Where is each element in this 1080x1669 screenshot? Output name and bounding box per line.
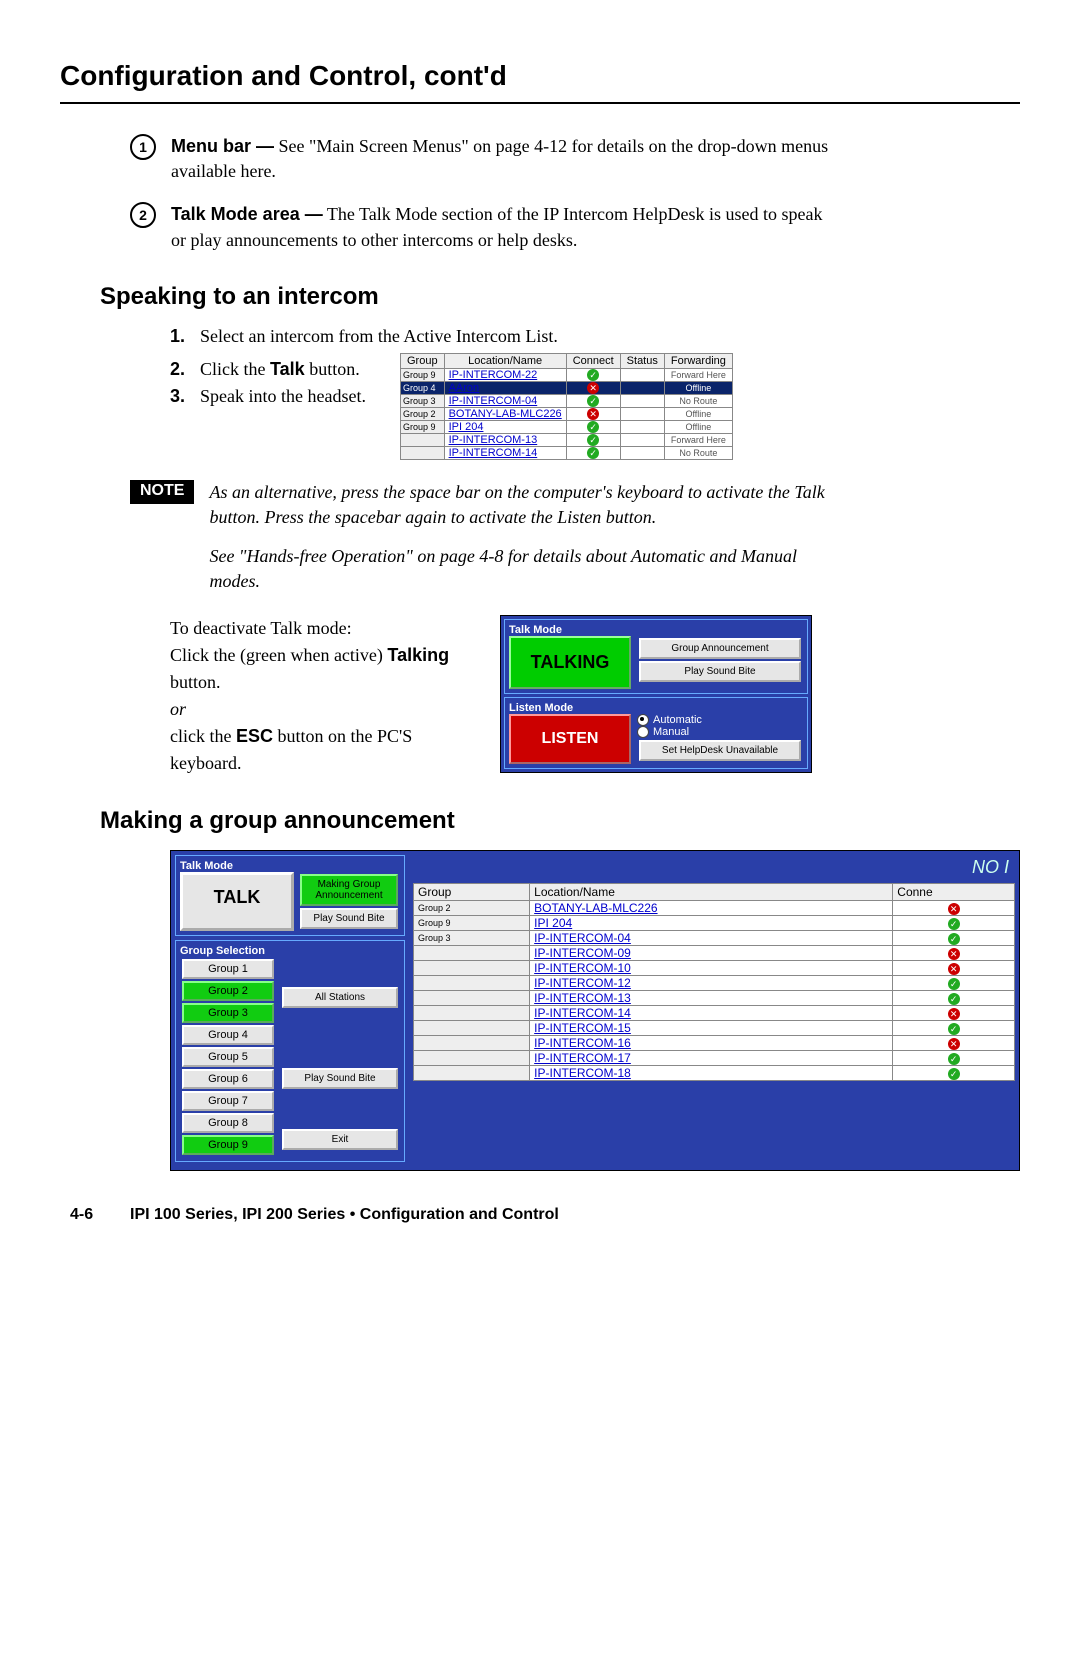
making-group-announcement-button[interactable]: Making Group Announcement xyxy=(300,874,398,906)
exit-button[interactable]: Exit xyxy=(282,1129,398,1150)
note-badge: NOTE xyxy=(130,480,194,504)
play-sound-bite-button-2[interactable]: Play Sound Bite xyxy=(300,908,398,929)
manual-radio[interactable]: Manual xyxy=(637,726,803,738)
group-button[interactable]: Group 9 xyxy=(182,1135,274,1155)
step: 3.Speak into the headset. xyxy=(170,386,370,407)
table-row[interactable]: Group 9IPI 204 ✓ xyxy=(414,915,1015,930)
note-text-2: See "Hands-free Operation" on page 4-8 f… xyxy=(209,544,850,594)
deact-line1: To deactivate Talk mode: xyxy=(170,615,470,642)
heading-speaking: Speaking to an intercom xyxy=(100,283,1020,311)
page-title: Configuration and Control, cont'd xyxy=(60,60,1020,92)
table-row[interactable]: Group 9IP-INTERCOM-22 ✓ Forward Here xyxy=(401,368,733,381)
set-helpdesk-button[interactable]: Set HelpDesk Unavailable xyxy=(639,740,801,761)
group-button[interactable]: Group 2 xyxy=(182,981,274,1001)
active-intercom-list[interactable]: GroupLocation/NameConnectStatusForwardin… xyxy=(400,353,733,460)
group-announcement-panel: Talk Mode TALK Making Group Announcement… xyxy=(170,850,1020,1171)
table-row[interactable]: Group 2BOTANY-LAB-MLC226 ✕ xyxy=(414,900,1015,915)
group-button[interactable]: Group 8 xyxy=(182,1113,274,1133)
deact-line2: Click the (green when active) Talking bu… xyxy=(170,642,470,696)
all-stations-button[interactable]: All Stations xyxy=(282,987,398,1008)
deact-line3: click the ESC button on the PC'S keyboar… xyxy=(170,723,470,777)
title-rule xyxy=(60,102,1020,104)
listen-button[interactable]: LISTEN xyxy=(509,714,631,764)
group-button[interactable]: Group 4 xyxy=(182,1025,274,1045)
play-sound-bite-button-3[interactable]: Play Sound Bite xyxy=(282,1068,398,1089)
group-button[interactable]: Group 3 xyxy=(182,1003,274,1023)
circle-number: 2 xyxy=(130,202,156,228)
group-button[interactable]: Group 7 xyxy=(182,1091,274,1111)
step: 2.Click the Talk button. xyxy=(170,359,370,380)
table-row[interactable]: IP-INTERCOM-15 ✓ xyxy=(414,1020,1015,1035)
step-1: 1. Select an intercom from the Active In… xyxy=(170,326,870,347)
table-row[interactable]: IP-INTERCOM-14 ✓ No Route xyxy=(401,446,733,459)
table-row[interactable]: IP-INTERCOM-09 ✕ xyxy=(414,945,1015,960)
note-text-1: As an alternative, press the space bar o… xyxy=(209,480,850,530)
deact-or: or xyxy=(170,696,470,723)
numbered-item: 2 Talk Mode area — The Talk Mode section… xyxy=(130,202,830,252)
table-row[interactable]: IP-INTERCOM-14 ✕ xyxy=(414,1005,1015,1020)
talk-mode-panel: Talk Mode TALKING Group Announcement Pla… xyxy=(500,615,812,773)
play-sound-bite-button[interactable]: Play Sound Bite xyxy=(639,661,801,682)
table-row[interactable]: IP-INTERCOM-12 ✓ xyxy=(414,975,1015,990)
no-label: NO I xyxy=(972,857,1009,878)
table-row[interactable]: IP-INTERCOM-13 ✓ xyxy=(414,990,1015,1005)
automatic-radio[interactable]: Automatic xyxy=(637,714,803,726)
group-button[interactable]: Group 5 xyxy=(182,1047,274,1067)
table-row[interactable]: IP-INTERCOM-18 ✓ xyxy=(414,1065,1015,1080)
table-row[interactable]: Group 3IP-INTERCOM-04 ✓ No Route xyxy=(401,394,733,407)
table-row[interactable]: IP-INTERCOM-16 ✕ xyxy=(414,1035,1015,1050)
table-row[interactable]: Group 9IPI 204 ✓ Offline xyxy=(401,420,733,433)
group-button[interactable]: Group 1 xyxy=(182,959,274,979)
table-row[interactable]: Group 3IP-INTERCOM-04 ✓ xyxy=(414,930,1015,945)
ga-intercom-list[interactable]: GroupLocation/NameConne Group 2BOTANY-LA… xyxy=(413,883,1015,1081)
heading-group-announcement: Making a group announcement xyxy=(100,807,1020,835)
talk-button[interactable]: TALK xyxy=(180,872,294,931)
footer-text: IPI 100 Series, IPI 200 Series • Configu… xyxy=(130,1206,559,1224)
table-row[interactable]: IP-INTERCOM-17 ✓ xyxy=(414,1050,1015,1065)
numbered-item: 1 Menu bar — See "Main Screen Menus" on … xyxy=(130,134,830,184)
table-row[interactable]: IP-INTERCOM-10 ✕ xyxy=(414,960,1015,975)
talking-button[interactable]: TALKING xyxy=(509,636,631,689)
page-number: 4-6 xyxy=(70,1206,130,1224)
table-row[interactable]: Group 4AAron ✕ Offline xyxy=(401,381,733,394)
table-row[interactable]: IP-INTERCOM-13 ✓ Forward Here xyxy=(401,433,733,446)
group-announcement-button[interactable]: Group Announcement xyxy=(639,638,801,659)
group-button[interactable]: Group 6 xyxy=(182,1069,274,1089)
circle-number: 1 xyxy=(130,134,156,160)
table-row[interactable]: Group 2BOTANY-LAB-MLC226 ✕ Offline xyxy=(401,407,733,420)
